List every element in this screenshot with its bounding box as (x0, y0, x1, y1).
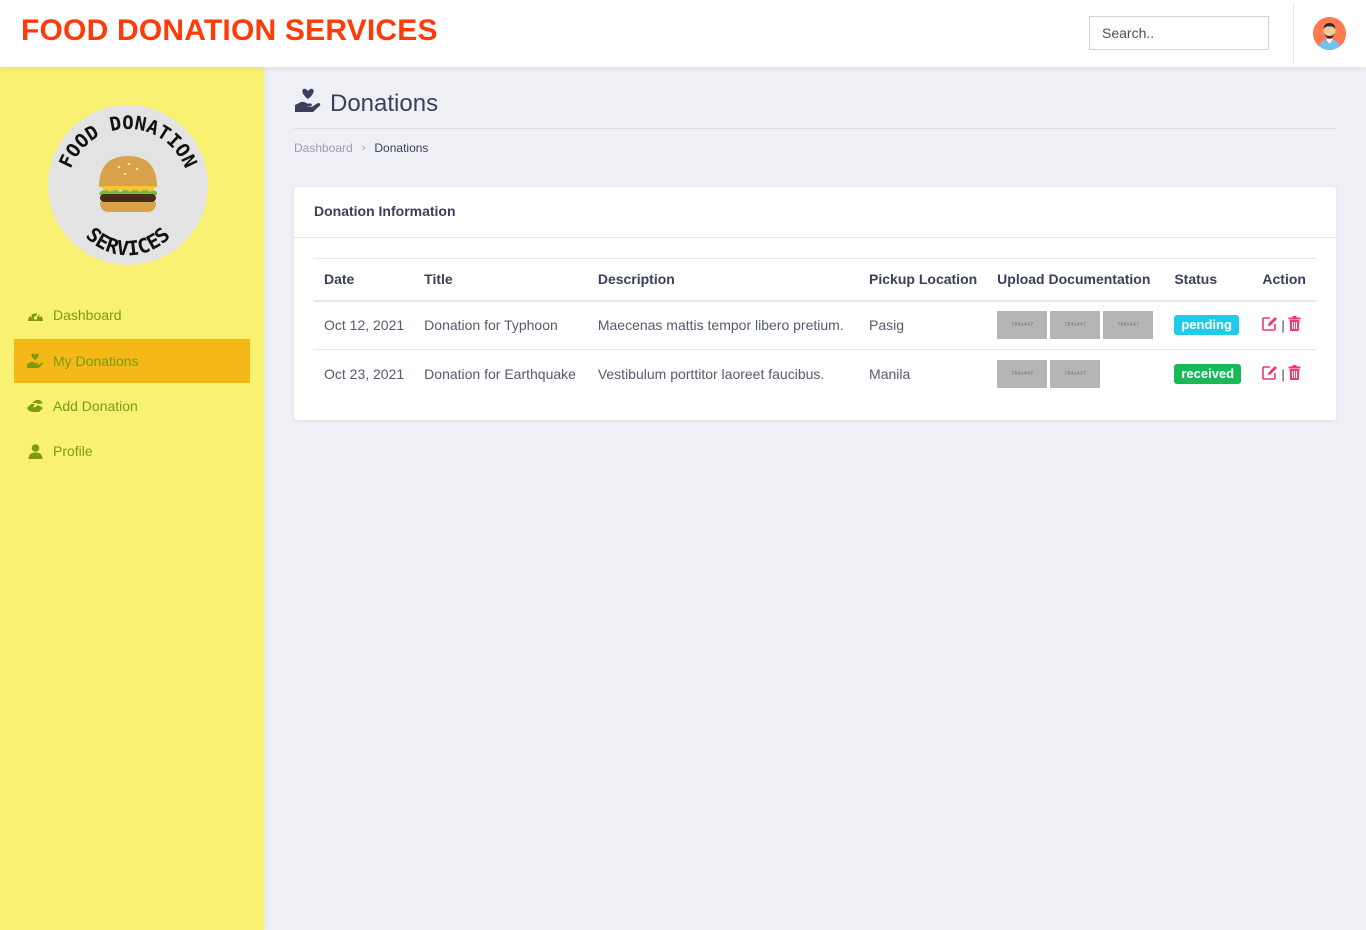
column-header-title[interactable]: Title (414, 259, 588, 301)
edit-icon[interactable] (1262, 365, 1278, 383)
header-divider (1293, 4, 1294, 64)
cell-date: Oct 23, 2021 (324, 366, 405, 383)
page-header: Donations (294, 88, 438, 119)
trash-icon[interactable] (1288, 365, 1301, 383)
document-thumbnail[interactable]: 784x447 (1050, 360, 1101, 389)
status-badge: received (1174, 364, 1242, 385)
sidebar-item-label: Profile (53, 443, 93, 459)
cell-location: Manila (869, 366, 911, 383)
trash-icon[interactable] (1288, 316, 1301, 334)
gauge-icon (26, 306, 44, 324)
donation-information-card: Donation Information Date Title Descript… (294, 187, 1336, 420)
table-row: Oct 12, 2021 Donation for Typhoon Maecen… (314, 301, 1316, 350)
search-input[interactable] (1089, 16, 1269, 50)
document-thumbnail[interactable]: 784x447 (997, 360, 1048, 389)
sidebar-item-label: My Donations (53, 353, 139, 369)
document-thumbnail[interactable]: 784x447 (997, 311, 1048, 340)
page-title: Donations (330, 89, 439, 117)
cell-title: Donation for Earthquake (424, 366, 576, 383)
cell-status: received (1164, 350, 1252, 399)
donations-table: Date Title Description Pickup Location U… (314, 258, 1316, 399)
sidebar-item-label: Dashboard (53, 307, 122, 323)
column-header-action: Action (1262, 271, 1306, 288)
food-donation-logo-icon: FOOD DONATION SERVICES (48, 105, 208, 265)
chevron-right-icon: › (361, 142, 366, 154)
hands-helping-icon (26, 397, 44, 415)
hand-heart-icon (294, 88, 322, 119)
hand-heart-icon (26, 352, 44, 370)
edit-icon[interactable] (1262, 316, 1278, 334)
sidebar-item-label: Add Donation (53, 398, 138, 414)
divider (294, 128, 1336, 129)
user-icon (26, 442, 44, 460)
breadcrumb-current: Donations (374, 141, 429, 155)
sidebar-item-my-donations[interactable]: My Donations (14, 339, 250, 383)
document-thumbnail[interactable]: 784x447 (1050, 311, 1101, 340)
sidebar-item-dashboard[interactable]: Dashboard (14, 293, 250, 337)
user-avatar-icon (1313, 17, 1346, 50)
cell-date: Oct 12, 2021 (324, 317, 405, 334)
breadcrumb-link-dashboard[interactable]: Dashboard (294, 141, 353, 155)
table-header-row: Date Title Description Pickup Location U… (314, 258, 1316, 301)
cell-description: Vestibulum porttitor laoreet faucibus. (597, 366, 825, 383)
action-separator: | (1281, 366, 1285, 382)
sidebar-item-add-donation[interactable]: Add Donation (14, 384, 250, 428)
cell-action: | (1252, 301, 1316, 350)
cell-documentation: 784x447 784x447 (987, 350, 1164, 399)
cell-location: Pasig (869, 317, 905, 334)
cell-title: Donation for Typhoon (424, 317, 558, 334)
status-badge: pending (1174, 315, 1239, 336)
sidebar: FOOD DONATION SERVICES Dashboard My Dona (0, 67, 264, 930)
table-row: Oct 23, 2021 Donation for Earthquake Ves… (314, 350, 1316, 399)
cell-description: Maecenas mattis tempor libero pretium. (597, 317, 844, 334)
cell-documentation: 784x447 784x447 784x447 (987, 301, 1164, 350)
card-title: Donation Information (294, 187, 1336, 238)
cell-action: | (1252, 350, 1316, 399)
document-thumbnail[interactable]: 784x447 (1103, 311, 1154, 340)
column-header-status[interactable]: Status (1164, 259, 1252, 301)
sidebar-item-profile[interactable]: Profile (14, 429, 250, 473)
column-header-description[interactable]: Description (588, 259, 859, 301)
avatar[interactable] (1313, 17, 1346, 50)
cell-status: pending (1164, 301, 1252, 350)
column-header-pickup-location[interactable]: Pickup Location (859, 259, 987, 301)
action-separator: | (1281, 317, 1285, 333)
breadcrumb: Dashboard › Donations (294, 141, 428, 155)
top-bar: FOOD DONATION SERVICES (0, 0, 1366, 67)
column-header-date[interactable]: Date (314, 259, 414, 301)
column-header-upload-documentation[interactable]: Upload Documentation (987, 259, 1164, 301)
logo[interactable]: FOOD DONATION SERVICES (47, 104, 209, 266)
brand-title[interactable]: FOOD DONATION SERVICES (21, 14, 438, 48)
